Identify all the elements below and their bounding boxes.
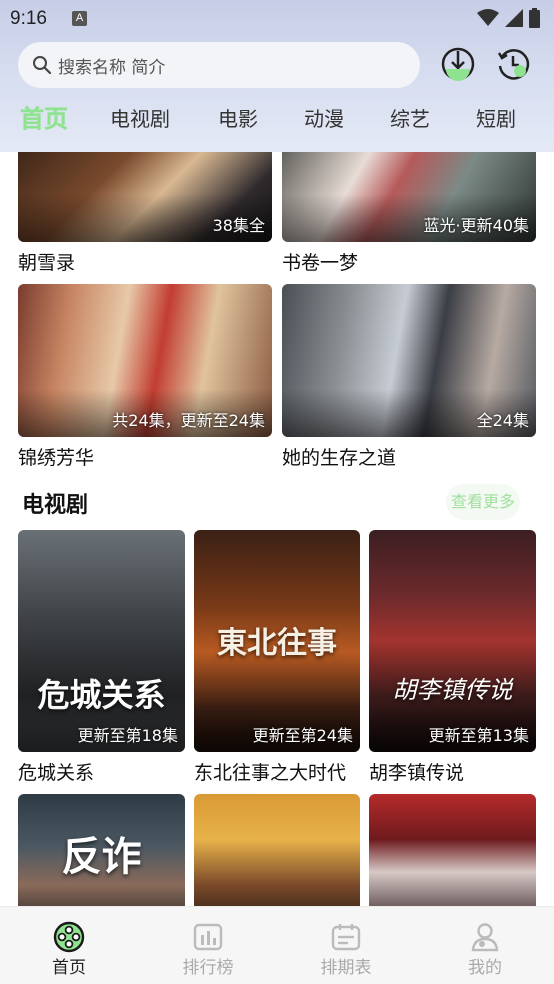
poster-image: 胡李镇传说 更新至第13集 [369, 530, 536, 752]
search-icon [33, 56, 52, 75]
chart-icon [193, 923, 223, 951]
episode-badge: 更新至第13集 [428, 726, 529, 745]
top-header: 9:16 A 搜索名称 简介 首页 电视剧 电影 动漫 综艺 短剧 [0, 0, 554, 152]
card-title: 书卷一梦 [282, 252, 359, 274]
poster-image: 全24集 [282, 284, 536, 437]
episode-badge: 38集全 [212, 216, 265, 235]
bottom-navigation: 首页 排行榜 排期表 我的 [0, 906, 554, 984]
nav-label: 排行榜 [182, 958, 234, 978]
view-more-button[interactable]: 查看更多 [446, 484, 520, 520]
tab-variety[interactable]: 综艺 [384, 100, 436, 140]
poster-image: 38集全 [18, 152, 272, 242]
battery-icon [529, 8, 540, 28]
search-placeholder: 搜索名称 简介 [58, 57, 166, 78]
tv-card[interactable]: 危城关系 更新至第18集 危城关系 [18, 530, 185, 785]
card-title: 危城关系 [18, 762, 95, 784]
tv-card[interactable] [194, 794, 360, 906]
section-title: 电视剧 [22, 493, 89, 518]
tv-card[interactable]: 胡李镇传说 更新至第13集 胡李镇传说 [369, 530, 536, 785]
poster-image: 危城关系 更新至第18集 [18, 530, 185, 752]
calendar-icon [331, 924, 361, 951]
episode-badge: 全24集 [476, 411, 529, 430]
signal-icon [505, 9, 523, 27]
keyboard-indicator-icon: A [72, 11, 87, 26]
tab-movie[interactable]: 电影 [212, 100, 264, 140]
status-bar: 9:16 A [0, 0, 554, 36]
tv-card[interactable]: 東北往事 更新至第24集 东北往事之大时代 [194, 530, 360, 785]
category-tabs: 首页 电视剧 电影 动漫 综艺 短剧 [0, 100, 554, 140]
tv-card[interactable]: 反诈 [18, 794, 185, 906]
poster-title-art: 反诈 [61, 834, 142, 880]
poster-image [369, 794, 536, 906]
history-icon [497, 49, 530, 80]
tab-anime[interactable]: 动漫 [298, 100, 350, 140]
tab-home[interactable]: 首页 [14, 100, 74, 140]
film-reel-icon [53, 921, 85, 953]
nav-ranking[interactable]: 排行榜 [158, 907, 258, 984]
download-button[interactable] [441, 47, 475, 81]
nav-label: 首页 [52, 958, 86, 978]
card-title: 朝雪录 [18, 252, 76, 274]
poster-image: 反诈 [18, 794, 185, 906]
poster-image [194, 794, 360, 906]
card-title: 锦绣芳华 [18, 447, 95, 469]
episode-badge: 更新至第18集 [77, 726, 178, 745]
featured-card[interactable]: 共24集，更新至24集 锦绣芳华 [18, 284, 272, 470]
card-title: 胡李镇传说 [369, 762, 465, 784]
card-title: 她的生存之道 [282, 447, 397, 469]
poster-image: 蓝光·更新40集 [282, 152, 536, 242]
featured-card[interactable]: 38集全 朝雪录 [18, 152, 272, 275]
tv-card[interactable] [369, 794, 536, 906]
tab-short[interactable]: 短剧 [470, 100, 522, 140]
nav-label: 排期表 [320, 958, 372, 978]
wifi-icon [477, 9, 499, 26]
featured-card[interactable]: 蓝光·更新40集 书卷一梦 [282, 152, 536, 275]
poster-image: 共24集，更新至24集 [18, 284, 272, 437]
status-time: 9:16 [10, 8, 47, 29]
nav-schedule[interactable]: 排期表 [296, 907, 396, 984]
poster-image: 東北往事 更新至第24集 [194, 530, 360, 752]
user-icon [471, 923, 499, 952]
poster-title-art: 胡李镇传说 [392, 676, 513, 704]
tab-tv[interactable]: 电视剧 [104, 100, 176, 140]
card-title: 东北往事之大时代 [194, 762, 347, 784]
download-icon [441, 47, 475, 81]
episode-badge: 更新至第24集 [252, 726, 353, 745]
episode-badge: 蓝光·更新40集 [423, 216, 529, 235]
featured-card[interactable]: 全24集 她的生存之道 [282, 284, 536, 470]
nav-profile[interactable]: 我的 [435, 907, 535, 984]
history-button[interactable] [496, 47, 530, 81]
search-input[interactable]: 搜索名称 简介 [18, 42, 420, 88]
content-scroll[interactable]: 38集全 朝雪录 蓝光·更新40集 书卷一梦 共24集，更新至24集 锦绣芳华 … [0, 152, 554, 906]
poster-title-art: 東北往事 [217, 626, 337, 661]
nav-label: 我的 [468, 958, 502, 978]
episode-badge: 共24集，更新至24集 [112, 411, 265, 430]
nav-home[interactable]: 首页 [19, 907, 119, 984]
